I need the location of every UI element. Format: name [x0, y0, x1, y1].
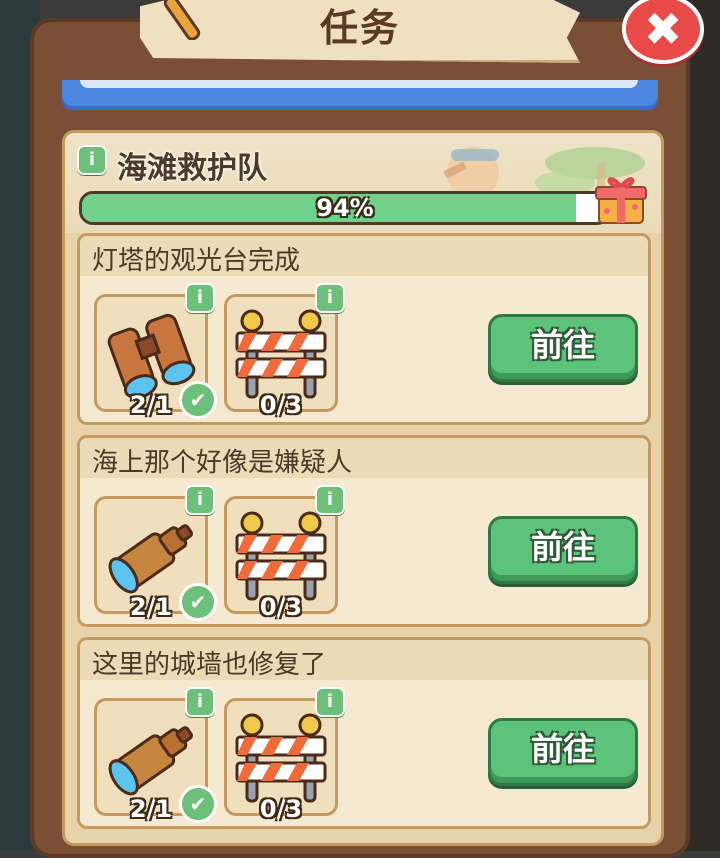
go-button[interactable]: 前往: [488, 718, 638, 786]
progress-bar: 94%: [79, 191, 611, 225]
road-barrier-item-slot[interactable]: i 0/3: [224, 485, 345, 621]
top-scroll-edge: [62, 80, 658, 110]
task-title: 这里的城墙也修复了: [92, 650, 327, 680]
quest-group: i 海滩救护队 94% 灯塔的观光台完成 i 2/1 ✔ i 0/3 前往 海上那个好像是嫌疑…: [62, 130, 664, 846]
info-icon[interactable]: i: [315, 283, 345, 313]
item-count: 0/3: [259, 795, 303, 823]
telescope-item-slot[interactable]: i 2/1 ✔: [94, 485, 217, 621]
quest-group-title: 海滩救护队: [117, 151, 267, 186]
task-header: 海上那个好像是嫌疑人: [80, 438, 648, 478]
info-icon[interactable]: i: [185, 283, 215, 313]
road-barrier-item-slot[interactable]: i 0/3: [224, 283, 345, 419]
go-button[interactable]: 前往: [488, 516, 638, 584]
gift-box-icon[interactable]: [593, 171, 649, 227]
info-icon[interactable]: i: [315, 687, 345, 717]
task-title: 灯塔的观光台完成: [92, 246, 301, 276]
go-button[interactable]: 前往: [488, 314, 638, 382]
checkmark-icon: ✔: [179, 381, 217, 419]
task-card: 海上那个好像是嫌疑人 i 2/1 ✔ i 0/3 前往: [77, 435, 651, 627]
binoculars-item-slot[interactable]: i 2/1 ✔: [94, 283, 217, 419]
item-count: 0/3: [259, 391, 303, 419]
item-count: 0/3: [259, 593, 303, 621]
task-title: 海上那个好像是嫌疑人: [92, 448, 353, 478]
info-icon[interactable]: i: [315, 485, 345, 515]
window-title: 任务: [319, 6, 400, 50]
quest-group-header: i 海滩救护队 94%: [65, 133, 661, 233]
task-header: 灯塔的观光台完成: [80, 236, 648, 276]
info-icon[interactable]: i: [77, 145, 107, 175]
info-icon[interactable]: i: [185, 687, 215, 717]
task-card: 这里的城墙也修复了 i 2/1 ✔ i 0/3 前往: [77, 637, 651, 829]
progress-label: 94%: [316, 194, 374, 222]
road-barrier-item-slot[interactable]: i 0/3: [224, 687, 345, 823]
info-icon[interactable]: i: [185, 485, 215, 515]
task-header: 这里的城墙也修复了: [80, 640, 648, 680]
checkmark-icon: ✔: [179, 583, 217, 621]
checkmark-icon: ✔: [179, 785, 217, 823]
telescope-item-slot[interactable]: i 2/1 ✔: [94, 687, 217, 823]
task-card: 灯塔的观光台完成 i 2/1 ✔ i 0/3 前往: [77, 233, 651, 425]
